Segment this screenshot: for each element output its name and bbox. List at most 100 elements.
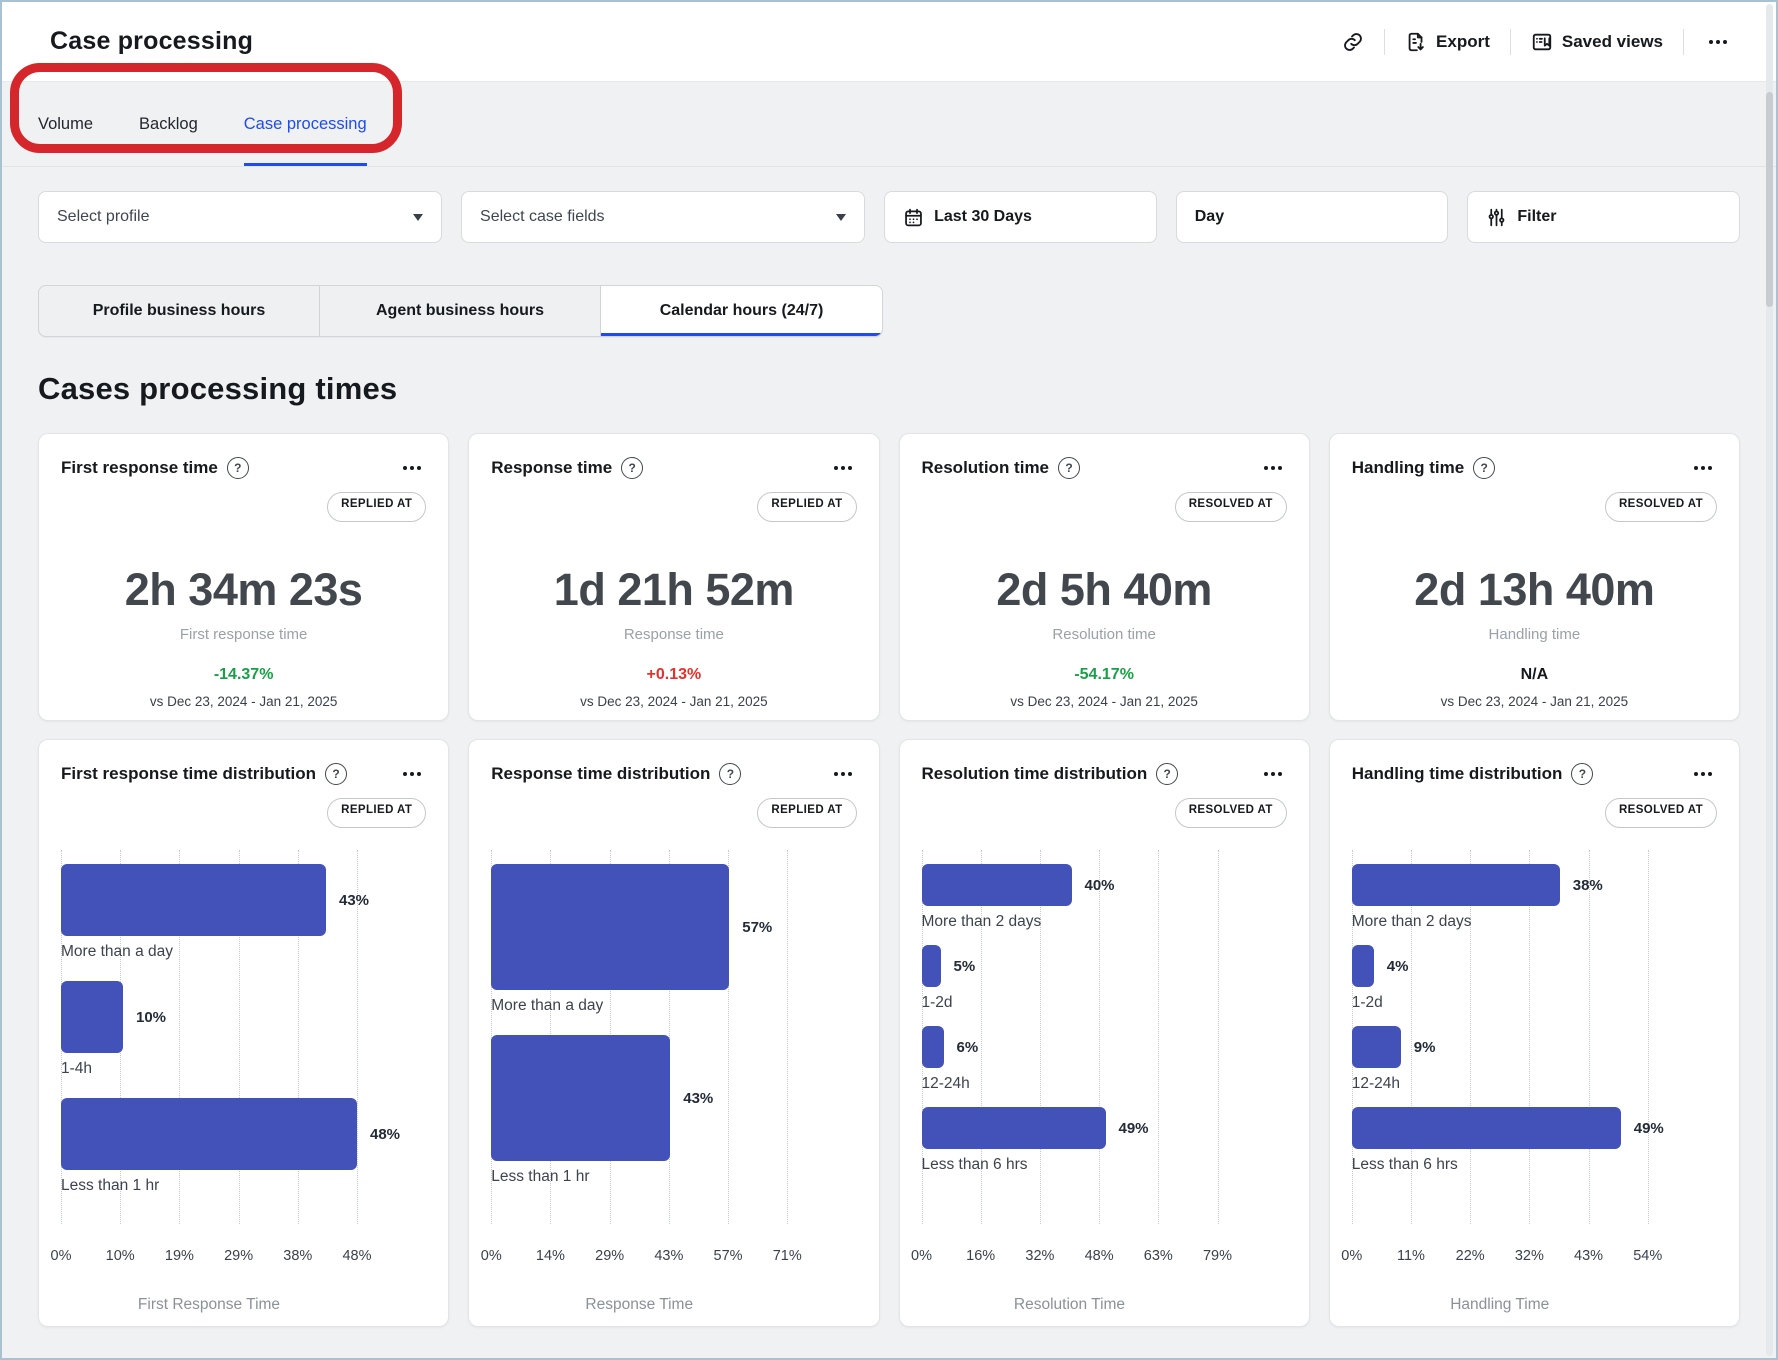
bar[interactable] (922, 1026, 944, 1068)
card-title: First response time (61, 458, 218, 478)
saved-views-button[interactable]: Saved views (1531, 31, 1663, 53)
bar-category-label: More than 2 days (922, 913, 1287, 931)
x-axis-title: First Response Time (61, 1296, 357, 1314)
bar[interactable] (922, 1107, 1106, 1149)
help-icon[interactable]: ? (1473, 457, 1495, 479)
case-fields-select[interactable]: Select case fields (461, 191, 865, 243)
bar[interactable] (922, 864, 1072, 906)
kpi-label: Response time (491, 626, 856, 643)
help-icon[interactable]: ? (227, 457, 249, 479)
filter-button[interactable]: Filter (1467, 191, 1740, 243)
bar-value-label: 43% (683, 1090, 713, 1107)
card-more-options-icon[interactable] (829, 760, 857, 788)
bar-category-label: Less than 1 hr (491, 1168, 856, 1186)
card-more-options-icon[interactable] (1689, 454, 1717, 482)
bar[interactable] (61, 864, 326, 936)
segment-calendar-hours[interactable]: Calendar hours (24/7) (601, 286, 882, 336)
bar[interactable] (61, 1098, 357, 1170)
case-processing-dashboard: Case processing Export Saved views Volum… (0, 0, 1778, 1360)
chart-card: Handling time distribution ? RESOLVED AT… (1329, 739, 1740, 1327)
bar-value-label: 48% (370, 1126, 400, 1143)
bar-value-label: 9% (1414, 1039, 1436, 1056)
card-more-options-icon[interactable] (1259, 454, 1287, 482)
help-icon[interactable]: ? (1156, 763, 1178, 785)
help-icon[interactable]: ? (719, 763, 741, 785)
bar-value-label: 4% (1387, 958, 1409, 975)
more-options-icon[interactable] (1704, 28, 1732, 56)
bar[interactable] (1352, 945, 1374, 987)
event-type-badge: REPLIED AT (757, 798, 856, 828)
tab-volume[interactable]: Volume (38, 82, 93, 166)
card-more-options-icon[interactable] (829, 454, 857, 482)
bar[interactable] (61, 981, 123, 1053)
bars: 43%More than a day10%1-4h48%Less than 1 … (61, 850, 426, 1195)
bar-row: 49% Less than 6 hrs (922, 1107, 1287, 1174)
kpi-delta: N/A (1352, 666, 1717, 684)
bar-category-label: More than 2 days (1352, 913, 1717, 931)
chart-cards-row: First response time distribution ? REPLI… (2, 739, 1776, 1327)
export-button[interactable]: Export (1405, 31, 1490, 53)
scrollbar-thumb[interactable] (1766, 92, 1773, 307)
section-title: Cases processing times (38, 371, 1740, 407)
kpi-label: First response time (61, 626, 426, 643)
calendar-icon (903, 207, 924, 228)
x-tick-label: 11% (1397, 1248, 1425, 1264)
link-icon (1342, 31, 1364, 53)
profile-select[interactable]: Select profile (38, 191, 442, 243)
bar[interactable] (922, 945, 941, 987)
bar-value-label: 49% (1119, 1120, 1149, 1137)
x-tick-label: 48% (342, 1248, 371, 1264)
date-range-picker[interactable]: Last 30 Days (884, 191, 1157, 243)
report-tabs: Volume Backlog Case processing (2, 82, 1776, 167)
bar-category-label: 12-24h (922, 1075, 1287, 1093)
chart-card: Response time distribution ? REPLIED AT … (468, 739, 879, 1327)
chart-card: First response time distribution ? REPLI… (38, 739, 449, 1327)
bar[interactable] (491, 1035, 670, 1161)
segment-agent-business-hours[interactable]: Agent business hours (320, 286, 601, 336)
hours-scope-toggle: Profile business hours Agent business ho… (38, 285, 883, 337)
divider (1384, 29, 1385, 55)
card-more-options-icon[interactable] (1259, 760, 1287, 788)
bar-chart: 40%More than 2 days5%1-2d6%12-24h49%Less… (922, 850, 1287, 1280)
page-title: Case processing (50, 27, 253, 56)
card-more-options-icon[interactable] (1689, 760, 1717, 788)
x-tick-label: 14% (536, 1248, 565, 1264)
segment-profile-business-hours[interactable]: Profile business hours (39, 286, 320, 336)
x-tick-label: 38% (283, 1248, 312, 1264)
help-icon[interactable]: ? (621, 457, 643, 479)
bar[interactable] (1352, 864, 1560, 906)
case-fields-placeholder: Select case fields (480, 208, 605, 226)
help-icon[interactable]: ? (1571, 763, 1593, 785)
event-type-badge: RESOLVED AT (1175, 492, 1287, 522)
x-axis-title: Resolution Time (922, 1296, 1218, 1314)
filter-sliders-icon (1486, 207, 1507, 228)
bar[interactable] (1352, 1026, 1401, 1068)
help-icon[interactable]: ? (1058, 457, 1080, 479)
tab-case-processing[interactable]: Case processing (244, 82, 367, 166)
event-type-badge: REPLIED AT (327, 798, 426, 828)
granularity-select[interactable]: Day (1176, 191, 1449, 243)
x-tick-label: 43% (1574, 1248, 1603, 1264)
kpi-compare-range: vs Dec 23, 2024 - Jan 21, 2025 (922, 694, 1287, 709)
x-tick-label: 0% (911, 1248, 932, 1264)
tab-backlog[interactable]: Backlog (139, 82, 198, 166)
scrollbar[interactable] (1766, 4, 1773, 1356)
event-type-badge: RESOLVED AT (1605, 492, 1717, 522)
copy-link-button[interactable] (1342, 31, 1364, 53)
bar[interactable] (491, 864, 729, 990)
x-axis-ticks: 0%16%32%48%63%79% (922, 1248, 1218, 1268)
bars: 40%More than 2 days5%1-2d6%12-24h49%Less… (922, 850, 1287, 1174)
help-icon[interactable]: ? (325, 763, 347, 785)
kpi-label: Handling time (1352, 626, 1717, 643)
bar-value-label: 57% (742, 919, 772, 936)
bar[interactable] (1352, 1107, 1621, 1149)
card-more-options-icon[interactable] (398, 760, 426, 788)
bar-category-label: 1-2d (1352, 994, 1717, 1012)
bar-category-label: Less than 6 hrs (922, 1156, 1287, 1174)
filter-bar: Select profile Select case fields Last 3… (2, 167, 1776, 243)
kpi-delta: -14.37% (61, 666, 426, 684)
card-more-options-icon[interactable] (398, 454, 426, 482)
event-type-badge: REPLIED AT (327, 492, 426, 522)
x-tick-label: 43% (654, 1248, 683, 1264)
x-tick-label: 32% (1515, 1248, 1544, 1264)
